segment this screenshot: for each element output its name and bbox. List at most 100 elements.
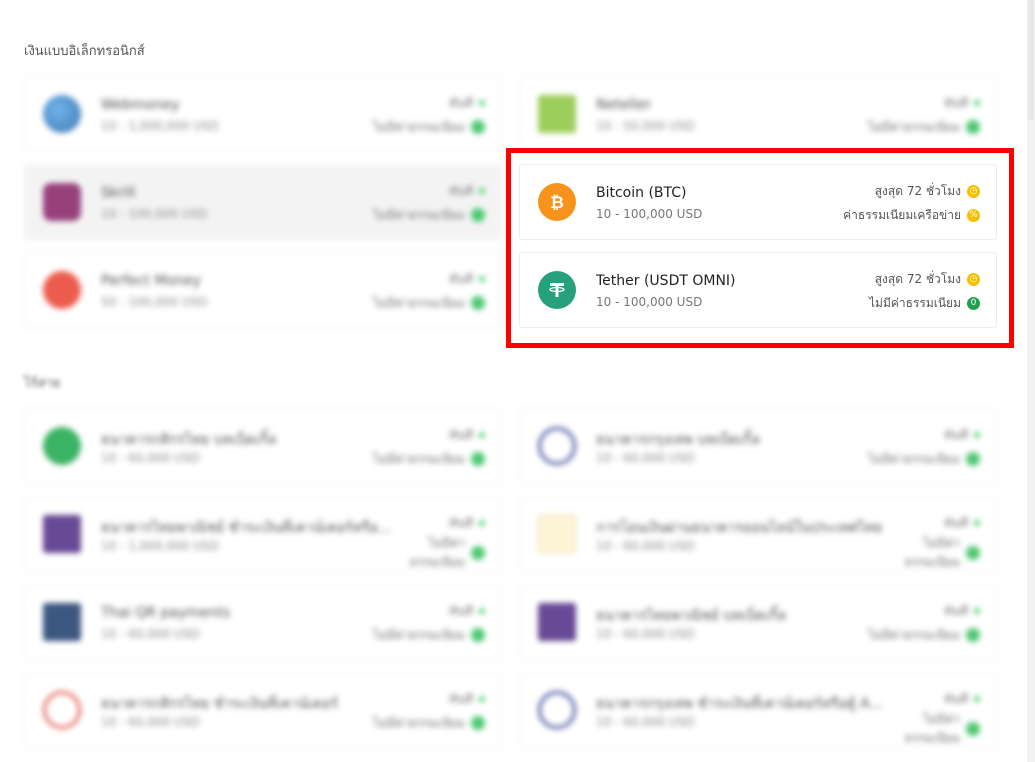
fee-icon (471, 716, 485, 730)
processing-time: ทันที (943, 691, 968, 706)
fee-label: ไม่มีค่าธรรมเนียม (868, 119, 960, 134)
payment-card-perfect-money[interactable]: Perfect Money 50 - 100,000 USD ทันที ไม่… (24, 252, 502, 328)
status-dot-icon (479, 520, 485, 526)
status-dot-icon (479, 608, 485, 614)
fee-label: ไม่มีค่าธรรมเนียม (868, 451, 960, 466)
fee-icon (471, 208, 485, 222)
skrill-logo-icon (43, 183, 81, 221)
payment-name: Perfect Money (101, 273, 201, 289)
fee-label: ไม่มีค่า ธรรมเนียม (904, 536, 960, 569)
fee-label: ไม่มีค่าธรรมเนียม (373, 207, 465, 222)
scb-logo-icon (538, 603, 576, 641)
fee-label: ไม่มีค่าธรรมเนียม (373, 715, 465, 730)
webmoney-logo-icon (43, 95, 81, 133)
scb-logo-icon (43, 515, 81, 553)
fee-icon (966, 452, 980, 466)
status-dot-icon (974, 520, 980, 526)
status-dot-icon (479, 432, 485, 438)
fee-label: ไม่มีค่าธรรมเนียม (373, 451, 465, 466)
payment-name: ธนาคารไทยพาณิชย์ ชำระเงินที่เคาน์เตอร์หร… (101, 520, 392, 536)
payment-range: 10 - 60,000 USD (101, 451, 200, 465)
status-dot-icon (479, 100, 485, 106)
payment-name: ธนาคารกรุงเทพ บทเบ็ดเกิ้ล (596, 432, 760, 448)
fee-icon (966, 628, 980, 642)
payment-card-bank[interactable]: การโอนเงินผ่านธนาคารออนไลน์ในประเทศไทย 1… (519, 496, 997, 572)
kasikorn-counter-logo-icon (43, 691, 81, 729)
fee-icon (966, 546, 980, 560)
processing-time: ทันที (448, 183, 473, 198)
fee-label: ไม่มีค่าธรรมเนียม (373, 627, 465, 642)
processing-time: ทันที (943, 427, 968, 442)
status-dot-icon (479, 696, 485, 702)
payment-name: การโอนเงินผ่านธนาคารออนไลน์ในประเทศไทย (596, 520, 883, 536)
payment-name: Neteller (596, 97, 652, 113)
payment-name: ธนาคารกสิกรไทย ชำระเงินที่เคาน์เตอร์ (101, 696, 338, 712)
section-title-bank: ไร้สาย (24, 376, 61, 391)
status-dot-icon (974, 608, 980, 614)
fee-label: ไม่มีค่า ธรรมเนียม (409, 536, 465, 569)
processing-time: ทันที (943, 515, 968, 530)
fee-label: ไม่มีค่าธรรมเนียม (373, 119, 465, 134)
bangkok-bank-logo-icon (538, 691, 576, 729)
processing-time: ทันที (448, 691, 473, 706)
online-banking-logo-icon (538, 515, 576, 553)
payment-range: 10 - 60,000 USD (596, 539, 695, 553)
payment-name: ธนาคารไทยพาณิชย์ บทเบ็ดเกิ้ล (596, 608, 787, 624)
payment-range: 10 - 60,000 USD (101, 715, 200, 729)
processing-time: ทันที (448, 515, 473, 530)
fee-label: ไม่มีค่าธรรมเนียม (373, 295, 465, 310)
page-scrollbar[interactable] (1027, 0, 1035, 762)
perfect-money-logo-icon (43, 271, 81, 309)
highlight-box (506, 148, 1014, 348)
processing-time: ทันที (448, 271, 473, 286)
processing-time: ทันที (943, 95, 968, 110)
payment-card-bank[interactable]: ธนาคารกสิกรไทย ชำระเงินที่เคาน์เตอร์ 10 … (24, 672, 502, 748)
payment-card-bank[interactable]: ธนาคารไทยพาณิชย์ บทเบ็ดเกิ้ล 10 - 60,000… (519, 584, 997, 660)
payment-name: Skrill (101, 185, 136, 201)
processing-time: ทันที (943, 603, 968, 618)
scrollbar-thumb[interactable] (1028, 0, 1034, 120)
processing-time: ทันที (448, 603, 473, 618)
payment-card-bank[interactable]: ธนาคารกสิกรไทย บทเบ็ดเกิ้ล 10 - 60,000 U… (24, 408, 502, 484)
neteller-logo-icon (538, 95, 576, 133)
payment-name: Webmoney (101, 97, 180, 113)
payment-range: 10 - 60,000 USD (596, 715, 695, 729)
processing-time: ทันที (448, 95, 473, 110)
status-dot-icon (974, 696, 980, 702)
status-dot-icon (479, 276, 485, 282)
thai-qr-logo-icon (43, 603, 81, 641)
payment-card-neteller[interactable]: Neteller 10 - 50,000 USD ทันที ไม่มีค่าธ… (519, 76, 997, 152)
section-title-ewallet: เงินแบบอิเล็กทรอนิกส์ (24, 44, 145, 59)
status-dot-icon (974, 432, 980, 438)
payment-range: 10 - 100,000 USD (101, 207, 208, 221)
fee-icon (471, 452, 485, 466)
bangkok-bank-logo-icon (538, 427, 576, 465)
fee-label: ไม่มีค่าธรรมเนียม (868, 627, 960, 642)
fee-icon (966, 722, 980, 736)
payment-range: 10 - 60,000 USD (596, 451, 695, 465)
fee-icon (471, 628, 485, 642)
fee-icon (966, 120, 980, 134)
payment-range: 50 - 100,000 USD (101, 295, 208, 309)
payment-card-bank[interactable]: ธนาคารกรุงเทพ บทเบ็ดเกิ้ล 10 - 60,000 US… (519, 408, 997, 484)
payment-card-bank[interactable]: ธนาคารกรุงเทพ ชำระเงินที่เคาน์เตอร์หรือต… (519, 672, 997, 748)
payment-range: 10 - 1,000,000 USD (101, 119, 219, 133)
status-dot-icon (974, 100, 980, 106)
fee-icon (471, 120, 485, 134)
payment-card-thai-qr[interactable]: Thai QR payments 10 - 60,000 USD ทันที ไ… (24, 584, 502, 660)
payment-range: 10 - 60,000 USD (101, 627, 200, 641)
payment-name: ธนาคารกรุงเทพ ชำระเงินที่เคาน์เตอร์หรือต… (596, 696, 883, 712)
fee-icon (471, 296, 485, 310)
fee-label: ไม่มีค่า ธรรมเนียม (904, 712, 960, 745)
payment-card-skrill[interactable]: Skrill 10 - 100,000 USD ทันที ไม่มีค่าธร… (24, 164, 502, 240)
fee-icon (471, 546, 485, 560)
payment-range: 10 - 50,000 USD (596, 119, 695, 133)
status-dot-icon (479, 188, 485, 194)
payment-range: 10 - 1,000,000 USD (101, 539, 219, 553)
payment-name: ธนาคารกสิกรไทย บทเบ็ดเกิ้ล (101, 432, 277, 448)
payment-card-webmoney[interactable]: Webmoney 10 - 1,000,000 USD ทันที ไม่มีค… (24, 76, 502, 152)
processing-time: ทันที (448, 427, 473, 442)
kasikorn-logo-icon (43, 427, 81, 465)
payment-card-bank[interactable]: ธนาคารไทยพาณิชย์ ชำระเงินที่เคาน์เตอร์หร… (24, 496, 502, 572)
payment-range: 10 - 60,000 USD (596, 627, 695, 641)
